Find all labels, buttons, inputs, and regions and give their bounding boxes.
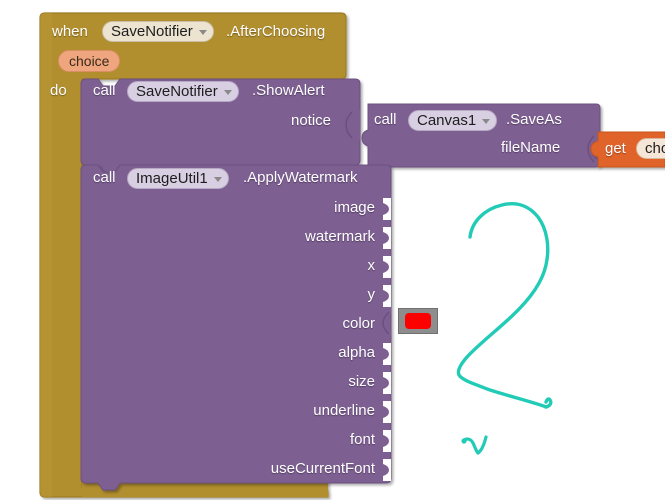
apply-watermark-component-dropdown[interactable]: ImageUtil1 <box>127 168 229 189</box>
socket-label-watermark: watermark <box>304 228 375 245</box>
socket-label-x: x <box>367 257 376 274</box>
socket-label-font: font <box>349 431 375 448</box>
socket-label-y: y <box>367 286 376 303</box>
event-parameter-label: choice <box>69 53 110 69</box>
socket-label-underline: underline <box>313 402 375 419</box>
chevron-down-icon <box>213 176 222 182</box>
save-as-component-name: Canvas1 <box>417 112 477 129</box>
show-alert-call-keyword: call <box>93 82 116 99</box>
chevron-down-icon <box>482 118 491 124</box>
color-picker-block[interactable] <box>398 308 438 334</box>
save-as-method-name: .SaveAs <box>506 111 562 128</box>
socket-label-usecurrentfont: useCurrentFont <box>270 460 375 477</box>
event-name: .AfterChoosing <box>226 23 326 40</box>
save-as-component-dropdown[interactable]: Canvas1 <box>408 110 498 131</box>
socket-label-image: image <box>334 199 375 216</box>
save-as-socket-filename: fileName <box>501 139 561 156</box>
when-keyword: when <box>52 23 88 40</box>
show-alert-socket-notice: notice <box>291 112 332 129</box>
show-alert-component-dropdown[interactable]: SaveNotifier <box>127 81 239 102</box>
show-alert-method-name: .ShowAlert <box>252 82 325 99</box>
blocks-workspace[interactable]: when SaveNotifier .AfterChoosing choice … <box>0 0 665 500</box>
save-as-call-keyword: call <box>374 111 397 128</box>
color-chip <box>405 313 431 329</box>
get-keyword: get <box>605 140 626 157</box>
socket-label-alpha: alpha <box>338 344 375 361</box>
apply-watermark-component-name: ImageUtil1 <box>136 170 208 187</box>
get-variable-name: cho <box>645 140 665 157</box>
get-variable-dropdown[interactable]: cho <box>636 138 665 159</box>
show-alert-component-name: SaveNotifier <box>136 83 218 100</box>
socket-label-color: color <box>342 315 375 332</box>
chevron-down-icon <box>223 89 232 95</box>
event-parameter-choice[interactable]: choice <box>58 50 121 72</box>
event-component-dropdown[interactable]: SaveNotifier <box>102 21 214 42</box>
do-keyword: do <box>50 82 67 99</box>
blocks-shapes <box>39 12 665 498</box>
apply-watermark-call-keyword: call <box>93 169 116 186</box>
chevron-down-icon <box>198 29 207 35</box>
event-component-name: SaveNotifier <box>111 23 193 40</box>
apply-watermark-method-name: .ApplyWatermark <box>243 169 358 186</box>
socket-label-size: size <box>348 373 375 390</box>
